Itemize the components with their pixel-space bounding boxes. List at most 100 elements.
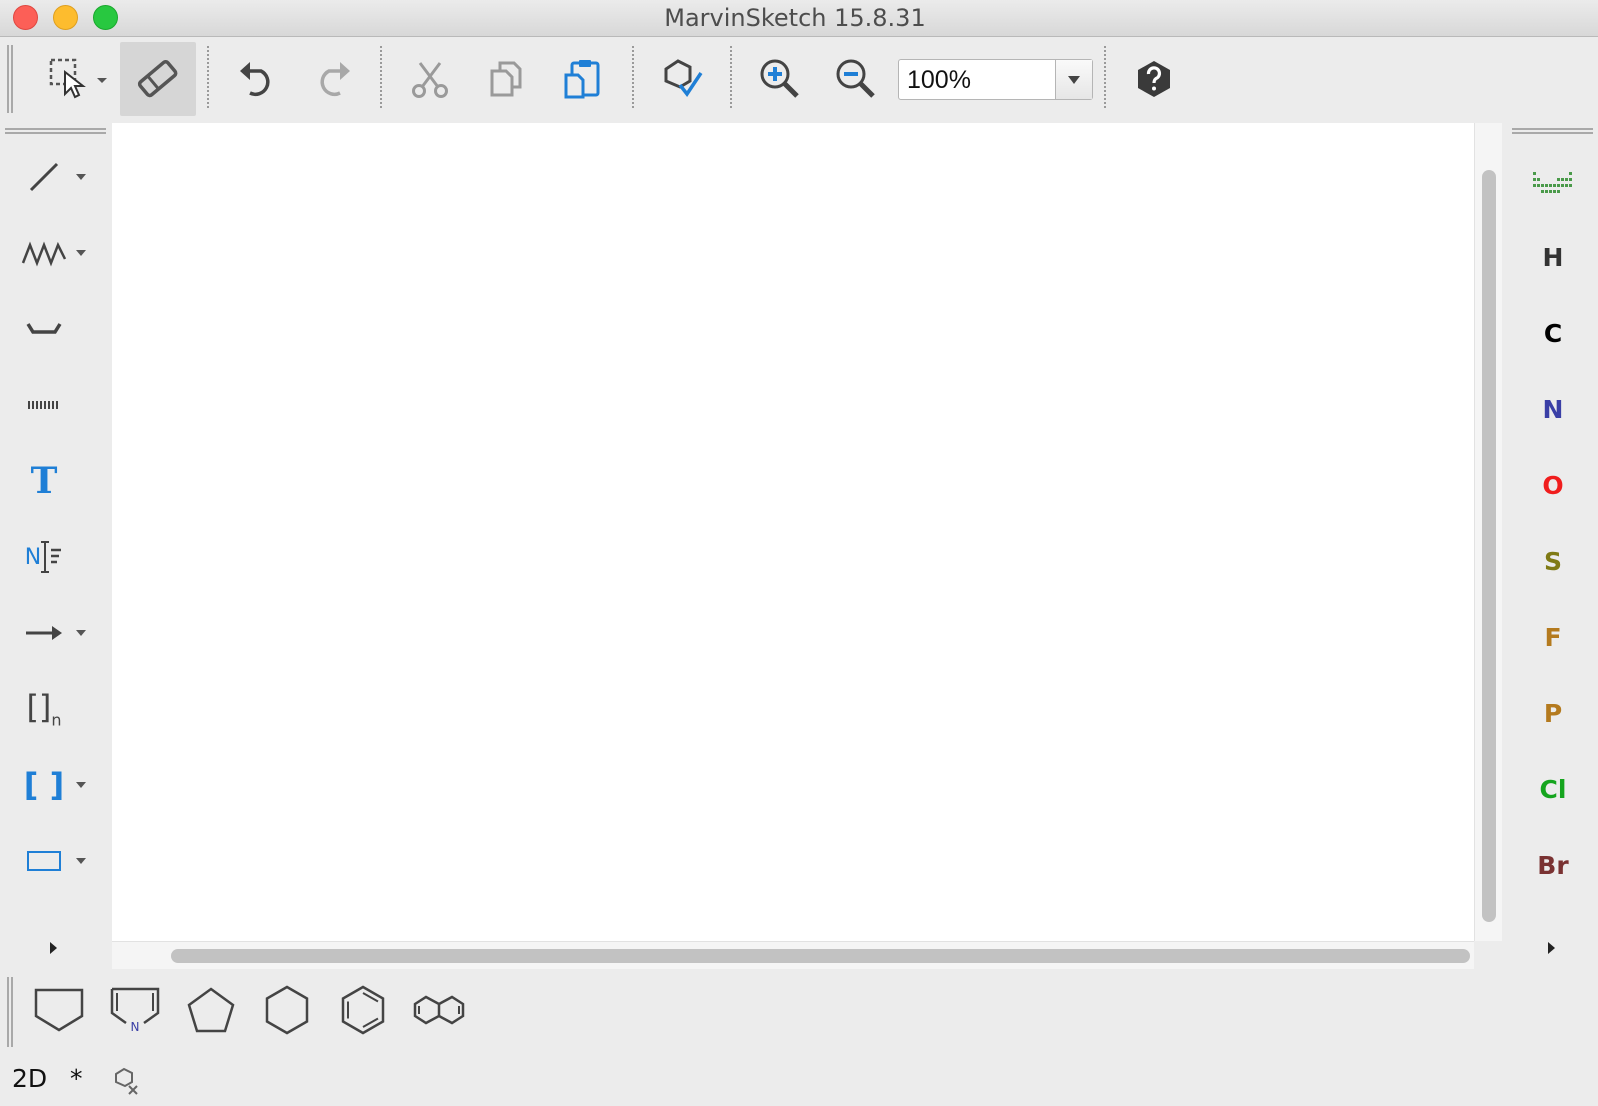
horizontal-scrollbar[interactable]: [112, 941, 1474, 969]
zoom-combobox[interactable]: 100%: [898, 59, 1093, 100]
repeating-unit-bracket-icon: []n: [26, 688, 62, 730]
periodic-table-button[interactable]: [1517, 153, 1589, 209]
left-toolbar-more-icon[interactable]: [50, 942, 57, 954]
chevron-down-icon[interactable]: [76, 782, 86, 788]
zoom-out-button[interactable]: [819, 42, 893, 116]
chevron-down-icon[interactable]: [76, 174, 86, 180]
horizontal-scrollbar-thumb[interactable]: [171, 949, 1470, 963]
template-cyclohexane[interactable]: [252, 979, 322, 1041]
zoom-dropdown-button[interactable]: [1055, 60, 1092, 99]
help-icon: [1138, 61, 1170, 97]
main-toolbar: 100%: [0, 37, 1598, 121]
selection-tool-button[interactable]: [40, 42, 114, 116]
atom-button-c[interactable]: C: [1517, 305, 1589, 361]
structure-error-icon: [115, 1067, 138, 1095]
rectangle-tool[interactable]: [14, 826, 96, 896]
atom-button-p[interactable]: P: [1517, 685, 1589, 741]
chevron-down-icon[interactable]: [76, 630, 86, 636]
chevron-down-icon[interactable]: [76, 858, 86, 864]
status-bar: 2D *: [0, 1056, 1598, 1106]
paste-button[interactable]: [545, 42, 619, 116]
template-benzene[interactable]: [328, 979, 398, 1041]
redo-button[interactable]: [296, 42, 370, 116]
toolbar-separator: [380, 46, 382, 108]
zoom-value[interactable]: 100%: [907, 66, 971, 95]
structure-check-icon: [664, 59, 703, 97]
cut-button[interactable]: [393, 42, 467, 116]
reaction-arrow-icon: [26, 626, 62, 640]
toolbar-separator: [632, 46, 634, 108]
drawing-canvas[interactable]: [112, 123, 1474, 941]
paste-icon: [564, 60, 600, 99]
toolbar-grip[interactable]: [7, 45, 13, 113]
atom-label-text-tool[interactable]: N: [14, 522, 96, 592]
reaction-arrow-tool[interactable]: [14, 598, 96, 668]
template-naphthalene[interactable]: [404, 979, 474, 1041]
periodic-table-icon: [1533, 172, 1572, 193]
chain-tool[interactable]: [14, 218, 96, 288]
templates-toolbar: N: [0, 975, 1598, 1051]
dashed-line-tool[interactable]: [14, 370, 96, 440]
atom-button-h[interactable]: H: [1517, 229, 1589, 285]
toolbar-separator: [1104, 46, 1106, 108]
sprout-tool[interactable]: [14, 294, 96, 364]
chevron-down-icon[interactable]: [76, 250, 86, 256]
single-bond-tool[interactable]: [14, 142, 96, 212]
single-bond-icon: [29, 162, 59, 192]
structure-checker-button[interactable]: [645, 42, 719, 116]
eraser-icon: [137, 60, 178, 98]
title-bar: MarvinSketch 15.8.31: [0, 0, 1598, 37]
dashed-line-icon: [28, 401, 58, 409]
erase-tool-button[interactable]: [120, 42, 196, 116]
naphthalene-icon: [413, 995, 465, 1025]
cyclopentane-house-icon: [34, 988, 84, 1032]
cyclopentane-icon: [187, 987, 235, 1033]
chevron-down-icon: [1068, 75, 1080, 84]
vertical-scrollbar-thumb[interactable]: [1482, 170, 1496, 922]
atom-button-o[interactable]: O: [1517, 457, 1589, 513]
rectangle-icon: [27, 851, 61, 871]
selection-rectangle-icon: [49, 58, 107, 99]
window-title: MarvinSketch 15.8.31: [664, 4, 926, 32]
atom-button-cl[interactable]: Cl: [1517, 761, 1589, 817]
vertical-scrollbar[interactable]: [1474, 123, 1502, 941]
cut-icon: [412, 62, 448, 98]
status-dimension-mode: 2D: [12, 1064, 48, 1093]
toolbar-separator: [730, 46, 732, 108]
cyclohexane-icon: [265, 985, 309, 1035]
atoms-toolbar: H C N O S F P Cl Br: [1505, 124, 1598, 964]
copy-button[interactable]: [469, 42, 543, 116]
template-pyrrole-house[interactable]: N: [100, 979, 170, 1041]
atom-button-s[interactable]: S: [1517, 533, 1589, 589]
chain-icon: [21, 241, 67, 267]
zoom-in-icon: [760, 59, 799, 98]
atom-button-n[interactable]: N: [1517, 381, 1589, 437]
benzene-icon: [341, 985, 385, 1035]
atom-button-br[interactable]: Br: [1517, 837, 1589, 893]
zoom-out-icon: [836, 59, 875, 98]
undo-button[interactable]: [220, 42, 294, 116]
atom-button-f[interactable]: F: [1517, 609, 1589, 665]
toolbar-separator: [207, 46, 209, 108]
redo-icon: [320, 62, 350, 97]
copy-icon: [490, 61, 522, 97]
bracket-icon: [ ]: [23, 766, 65, 804]
template-cyclopentane-house[interactable]: [24, 979, 94, 1041]
sprout-icon: [26, 323, 62, 334]
marvinsketch-window: MarvinSketch 15.8.31 100% T N []n [] H …: [0, 0, 1598, 1106]
help-button[interactable]: [1117, 42, 1191, 116]
undo-icon: [240, 62, 270, 97]
pyrrole-nitrogen-label: N: [131, 1020, 140, 1034]
repeating-unit-tool[interactable]: []n: [14, 674, 96, 744]
templates-toolbar-grip[interactable]: [7, 977, 13, 1047]
left-toolbar: T N []n []: [0, 124, 110, 964]
atom-label-text-icon: N: [24, 541, 62, 573]
text-icon: T: [30, 460, 58, 502]
text-tool[interactable]: T: [14, 446, 96, 516]
bracket-tool[interactable]: [ ]: [14, 750, 96, 820]
status-modified-indicator: *: [70, 1064, 83, 1093]
atoms-toolbar-more-icon[interactable]: [1548, 942, 1555, 954]
zoom-in-button[interactable]: [743, 42, 817, 116]
pyrrole-house-icon: N: [110, 987, 160, 1034]
template-cyclopentane[interactable]: [176, 979, 246, 1041]
